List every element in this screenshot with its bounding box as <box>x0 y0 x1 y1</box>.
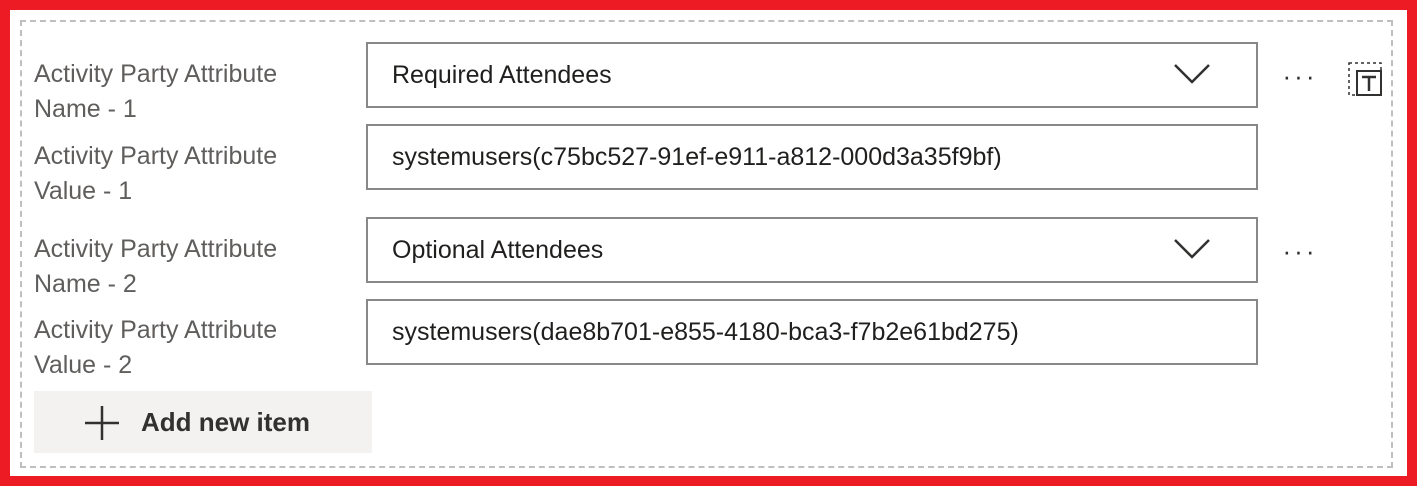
item-1-name-selected: Required Attendees <box>392 61 612 89</box>
item-1-more-options-icon[interactable]: ··· <box>1280 63 1320 89</box>
plus-icon <box>85 406 119 440</box>
chevron-down-icon <box>1174 239 1210 259</box>
item-2-value-label: Activity Party Attribute Value - 2 <box>34 316 278 379</box>
item-2-value-text: systemusers(dae8b701-e855-4180-bca3-f7b2… <box>392 318 1019 346</box>
item-1-name-dropdown[interactable]: Required Attendees <box>366 42 1258 108</box>
chevron-down-icon <box>1174 64 1210 84</box>
item-2-more-options-icon[interactable]: ··· <box>1280 238 1320 264</box>
item-2-value-input[interactable]: systemusers(dae8b701-e855-4180-bca3-f7b2… <box>366 299 1258 365</box>
insert-token-icon[interactable] <box>1346 60 1386 100</box>
item-1-value-label: Activity Party Attribute Value - 1 <box>34 142 278 205</box>
item-1-name-label: Activity Party Attribute Name - 1 <box>34 60 278 123</box>
item-2-name-dropdown[interactable]: Optional Attendees <box>366 217 1258 283</box>
add-new-item-label: Add new item <box>141 407 311 437</box>
add-new-item-button[interactable]: Add new item <box>34 391 372 453</box>
item-1-value-input[interactable]: systemusers(c75bc527-91ef-e911-a812-000d… <box>366 124 1258 190</box>
item-2-name-label: Activity Party Attribute Name - 2 <box>34 235 278 298</box>
item-2-name-selected: Optional Attendees <box>392 236 604 264</box>
item-1-value-text: systemusers(c75bc527-91ef-e911-a812-000d… <box>392 143 1002 171</box>
